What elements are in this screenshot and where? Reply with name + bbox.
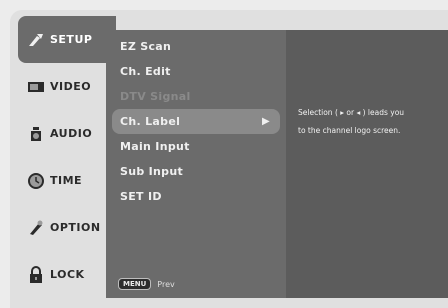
audio-icon	[26, 125, 46, 143]
tv-setup-menu: SETUP VIDEO AUDIO TIME OPTION LOCK EZ Sc…	[10, 10, 448, 308]
video-icon	[26, 78, 46, 96]
menu-item-dtv-signal: DTV Signal	[120, 90, 191, 103]
sidebar-item-setup[interactable]: SETUP	[18, 16, 116, 63]
sidebar-item-audio[interactable]: AUDIO	[18, 110, 106, 157]
help-line-1: Selection ( ▸ or ◂ ) leads you	[298, 108, 405, 117]
sidebar-item-label: SETUP	[50, 33, 93, 46]
submenu-list: EZ Scan Ch. Edit DTV Signal Ch. Label ▶ …	[106, 34, 286, 209]
help-text: Selection ( ▸ or ◂ ) leads you to the ch…	[298, 104, 448, 140]
sidebar-item-video[interactable]: VIDEO	[18, 63, 106, 110]
menu-item-main-input[interactable]: Main Input	[106, 134, 286, 159]
option-icon	[26, 219, 46, 237]
sidebar-item-label: AUDIO	[50, 127, 93, 140]
help-line-2: to the channel logo screen.	[298, 126, 401, 135]
setup-icon	[26, 31, 46, 49]
sidebar-item-option[interactable]: OPTION	[18, 204, 106, 251]
menu-item-ch-edit[interactable]: Ch. Edit	[106, 59, 286, 84]
sidebar-item-label: LOCK	[50, 268, 85, 281]
time-icon	[26, 172, 46, 190]
sidebar-item-label: TIME	[50, 174, 83, 187]
category-sidebar: SETUP VIDEO AUDIO TIME OPTION LOCK	[18, 16, 116, 298]
setup-submenu: EZ Scan Ch. Edit DTV Signal Ch. Label ▶ …	[106, 30, 286, 298]
menu-footer: MENU Prev	[118, 278, 175, 290]
help-panel: Selection ( ▸ or ◂ ) leads you to the ch…	[286, 30, 448, 298]
menu-item-set-id[interactable]: SET ID	[106, 184, 286, 209]
footer-label: Prev	[157, 279, 175, 289]
sidebar-item-label: VIDEO	[50, 80, 92, 93]
menu-item-ez-scan[interactable]: EZ Scan	[106, 34, 286, 59]
menu-item-sub-input[interactable]: Sub Input	[106, 159, 286, 184]
menu-item-ch-label[interactable]: Ch. Label ▶	[112, 109, 280, 134]
lock-icon	[26, 265, 46, 284]
sidebar-item-label: OPTION	[50, 221, 101, 234]
arrow-right-icon: ▶	[262, 116, 270, 127]
menu-key-badge[interactable]: MENU	[118, 278, 152, 290]
sidebar-item-time[interactable]: TIME	[18, 157, 106, 204]
sidebar-item-lock[interactable]: LOCK	[18, 251, 106, 298]
menu-item-label: Ch. Label	[120, 115, 181, 128]
